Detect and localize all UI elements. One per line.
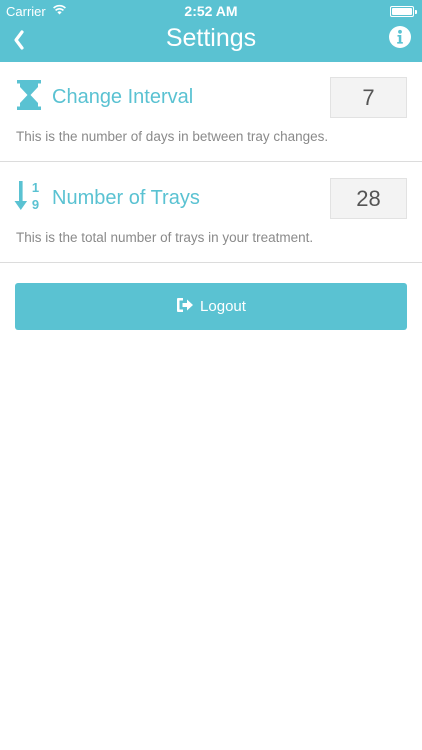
sort-numeric-down-icon: 1 9 [14,180,39,212]
logout-button[interactable]: Logout [15,283,407,330]
hourglass-icon [17,80,41,110]
sign-out-icon [177,298,194,312]
svg-text:9: 9 [32,197,39,212]
info-icon[interactable] [388,25,412,49]
clock: 2:52 AM [184,3,238,19]
logout-button-content: Logout [15,297,407,315]
setting-row-change-interval: Change Interval 7 This is the number of … [0,62,422,162]
navigation-bar: Settings [0,20,422,62]
number-of-trays-input[interactable]: 28 [330,178,407,219]
setting-label: Change Interval [52,86,194,108]
setting-label: Number of Trays [52,187,200,209]
page-title: Settings [165,24,257,52]
change-interval-input[interactable]: 7 [330,77,407,118]
svg-text:1: 1 [32,180,39,195]
setting-description: This is the number of days in between tr… [16,129,329,144]
logout-label: Logout [200,298,246,315]
top-bar: Carrier 2:52 AM Settings [0,0,422,62]
status-bar: Carrier 2:52 AM [0,0,422,22]
setting-description: This is the total number of trays in you… [16,230,314,245]
setting-row-number-of-trays: 1 9 Number of Trays 28 This is the total… [0,163,422,263]
battery-icon [390,6,417,17]
